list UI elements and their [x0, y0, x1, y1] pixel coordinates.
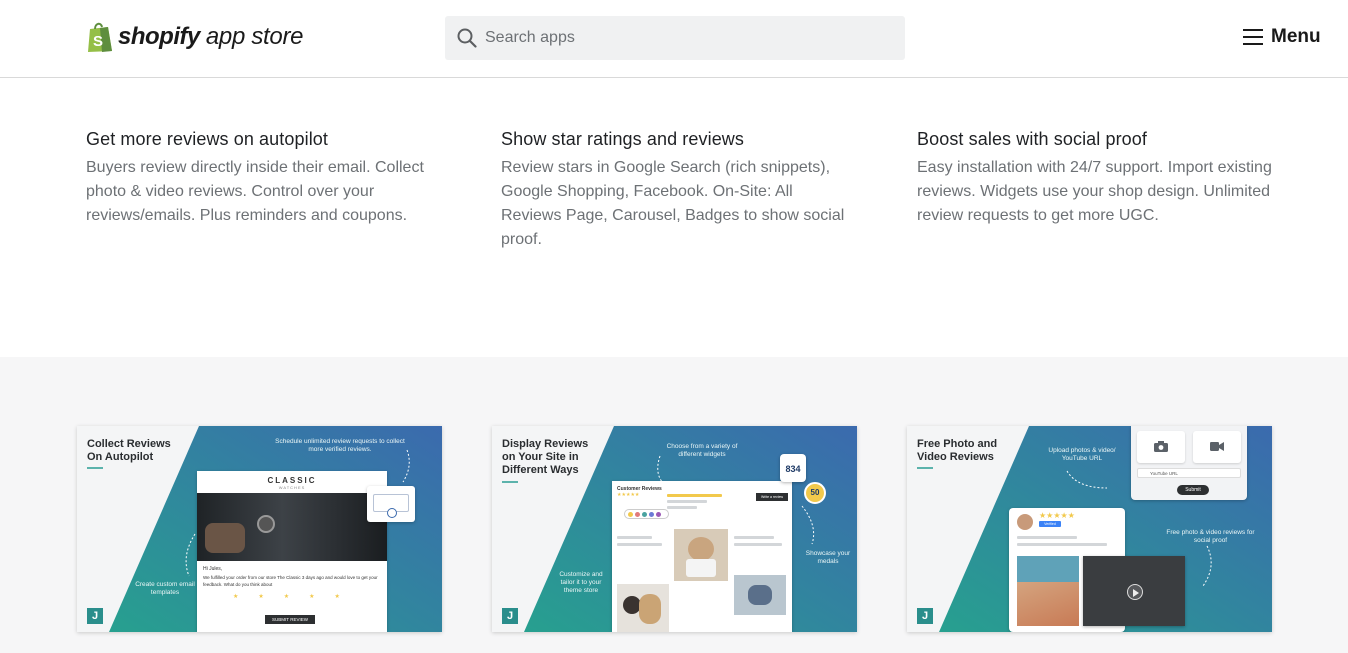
review-photo	[674, 529, 728, 581]
feature-star-ratings: Show star ratings and reviews Review sta…	[501, 129, 851, 252]
watch-icon	[257, 515, 275, 533]
review-text-line	[1017, 543, 1107, 546]
color-picker[interactable]	[624, 509, 669, 519]
camera-icon	[1154, 441, 1168, 452]
search-input[interactable]	[485, 29, 885, 47]
logo-wordmark: shopify	[118, 23, 200, 50]
judgeme-logo: J	[87, 608, 103, 624]
menu-label: Menu	[1271, 26, 1321, 47]
upload-panel: YouTube URL Submit	[1131, 426, 1247, 500]
email-brand: CLASSIC	[267, 476, 317, 485]
rating-options[interactable]: ★★★★★	[233, 593, 360, 600]
rating-bar	[667, 494, 722, 497]
medal-badge: 834	[780, 454, 806, 482]
rating-bar	[667, 500, 707, 503]
menu-button[interactable]: Menu	[1243, 26, 1321, 48]
play-icon[interactable]	[1127, 584, 1143, 600]
clock-icon	[387, 508, 397, 518]
screenshot-note: Choose from a variety of different widge…	[666, 443, 738, 458]
email-preview-card: CLASSIC WATCHES Hi Jules, We fulfilled y…	[197, 471, 387, 632]
search-icon	[457, 28, 477, 48]
rating-bar	[667, 506, 697, 509]
svg-text:S: S	[93, 33, 103, 50]
screenshot-note: Free photo & video reviews for social pr…	[1166, 529, 1255, 544]
review-text-line	[734, 543, 782, 546]
verified-badge: Verified	[1039, 521, 1061, 527]
average-rating-stars: ★★★★★	[617, 492, 640, 498]
submit-review-button[interactable]: SUBMIT REVIEW	[265, 615, 315, 624]
screenshot-title: Free Photo and Video Reviews	[917, 438, 998, 463]
email-brand-sub: WATCHES	[278, 485, 306, 490]
judgeme-logo: J	[502, 608, 518, 624]
review-video[interactable]	[1083, 556, 1185, 626]
feature-title: Boost sales with social proof	[917, 129, 1148, 149]
feature-title: Show star ratings and reviews	[501, 129, 745, 149]
feature-social-proof: Boost sales with social proof Easy insta…	[917, 129, 1277, 228]
hamburger-icon	[1243, 29, 1263, 45]
video-camera-icon	[1210, 442, 1224, 451]
screenshot-note: Upload photos & video/ YouTube URL	[1048, 447, 1116, 462]
review-stars: ★★★★★	[1039, 511, 1075, 520]
feature-text: Buyers review directly inside their emai…	[86, 159, 424, 224]
judgeme-logo: J	[917, 608, 933, 624]
screenshot-title: Collect Reviews On Autopilot	[87, 438, 171, 463]
review-text-line	[734, 536, 774, 539]
video-upload-button[interactable]	[1193, 431, 1241, 463]
screenshot-note: Create custom email templates	[135, 581, 195, 596]
write-review-button[interactable]: Write a review	[756, 493, 788, 501]
feature-title: Get more reviews on autopilot	[86, 129, 329, 149]
reviewer-avatar	[1017, 514, 1033, 530]
review-text-line	[617, 536, 652, 539]
screenshot-photo-video-reviews[interactable]: Free Photo and Video Reviews Upload phot…	[907, 426, 1272, 632]
schedule-calendar-widget	[367, 486, 415, 522]
review-text-line	[1017, 536, 1077, 539]
shopify-app-store-logo[interactable]: S shopify app store	[86, 19, 304, 55]
email-greeting: Hi Jules,	[203, 566, 223, 572]
watch-photo	[197, 493, 387, 561]
review-photo	[617, 584, 669, 632]
logo-subtitle: app store	[205, 23, 304, 50]
hand-shape	[205, 523, 245, 553]
medal-badge: 50	[804, 482, 826, 504]
submit-upload-button[interactable]: Submit	[1177, 485, 1209, 495]
screenshot-note: Showcase your medals	[805, 550, 851, 565]
screenshot-title: Display Reviews on Your Site in Differen…	[502, 438, 589, 476]
youtube-url-input[interactable]: YouTube URL	[1137, 468, 1241, 478]
reviews-widget-card: Customer Reviews ★★★★★ Write a review	[612, 481, 792, 632]
shopify-bag-icon: S	[86, 21, 114, 53]
screenshot-note: Customize and tailor it to your theme st…	[559, 571, 603, 594]
search-bar[interactable]	[445, 16, 905, 60]
feature-text: Review stars in Google Search (rich snip…	[501, 159, 845, 248]
email-body: We fulfilled your order from our store T…	[203, 575, 378, 587]
feature-text: Easy installation with 24/7 support. Imp…	[917, 159, 1272, 224]
screenshot-collect-reviews[interactable]: Collect Reviews On Autopilot Schedule un…	[77, 426, 442, 632]
screenshot-display-reviews[interactable]: Display Reviews on Your Site in Differen…	[492, 426, 857, 632]
review-text-line	[617, 543, 662, 546]
review-photo	[734, 575, 786, 615]
feature-autopilot: Get more reviews on autopilot Buyers rev…	[86, 129, 446, 228]
review-photo	[1017, 556, 1079, 626]
screenshot-note: Schedule unlimited review requests to co…	[275, 438, 405, 453]
photo-upload-button[interactable]	[1137, 431, 1185, 463]
app-store-header: S shopify app store Menu	[0, 0, 1348, 78]
